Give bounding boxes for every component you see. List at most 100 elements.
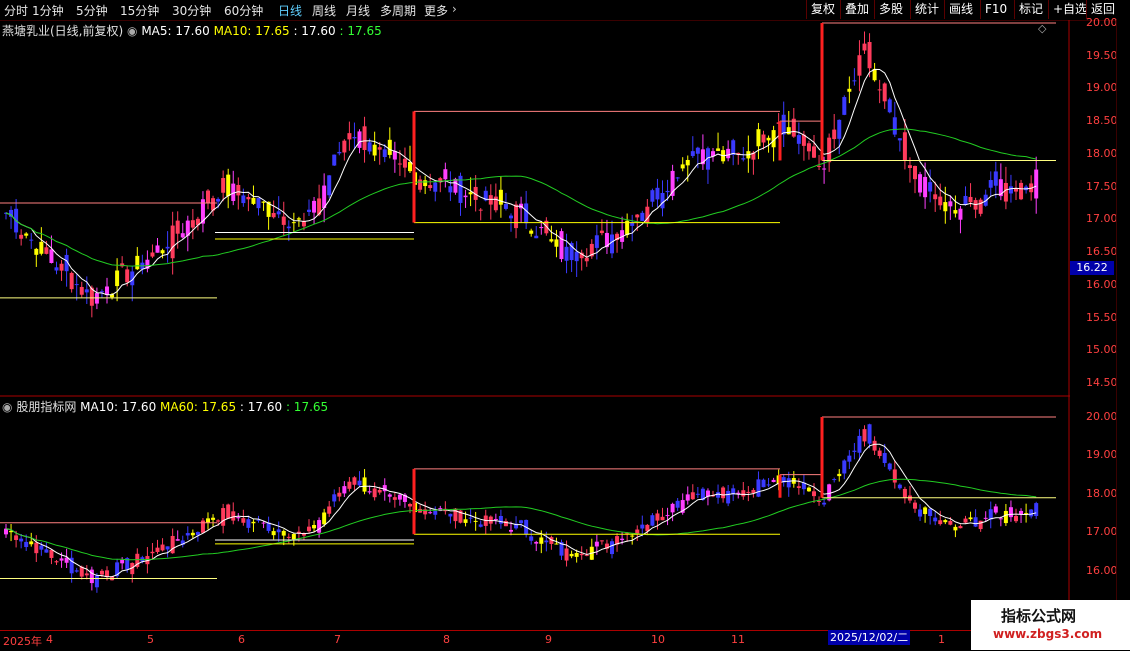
sub-candle <box>928 508 933 525</box>
main-candle <box>261 201 266 211</box>
sub-candle <box>640 515 645 537</box>
main-candle <box>438 176 443 193</box>
ma5-label: MA5: 17.60 <box>141 24 210 38</box>
diamond-icon[interactable]: ◇ <box>1038 22 1046 35</box>
main-candle <box>190 209 195 240</box>
main-candle <box>918 171 923 197</box>
draw-line-button[interactable]: 画线 <box>944 0 977 19</box>
tab-timeshare[interactable]: 分时 <box>4 2 28 19</box>
main-candle <box>599 219 604 236</box>
price-tick: 20.00 <box>1086 16 1118 29</box>
sub-candle <box>387 493 392 503</box>
main-candle <box>837 119 842 155</box>
main-candle <box>610 220 614 259</box>
price-tick: 14.50 <box>1086 376 1118 389</box>
main-candle <box>953 195 958 218</box>
main-candle <box>418 175 423 193</box>
sub-candle <box>367 485 372 495</box>
ma-short-line <box>5 68 1037 296</box>
sub-candle <box>49 549 54 565</box>
sub-candle <box>559 539 564 561</box>
top-toolbar: 分时 1分钟 5分钟 15分钟 30分钟 60分钟 日线 周线 月线 多周期 更… <box>0 0 1130 21</box>
settings-circle-icon[interactable]: ◉ <box>2 400 12 414</box>
main-candle <box>307 199 311 217</box>
main-candle <box>534 226 539 239</box>
main-candle <box>877 79 882 104</box>
main-candle <box>291 212 296 233</box>
sub-candle <box>660 507 665 521</box>
extra-label-2: : 17.65 <box>339 24 382 38</box>
main-candle <box>857 40 862 92</box>
indicator-name: 股朋指标网 <box>16 400 77 414</box>
stats-button[interactable]: 统计 <box>910 0 943 19</box>
main-candle <box>392 141 397 173</box>
main-candle <box>402 147 407 178</box>
main-candle <box>806 140 811 160</box>
sub-candle <box>271 527 276 540</box>
kline-chart[interactable] <box>0 20 1070 630</box>
settings-circle-icon[interactable]: ◉ <box>127 24 137 38</box>
chevron-right-icon[interactable]: › <box>452 2 457 16</box>
sub-candle <box>549 535 554 550</box>
main-candle <box>892 101 897 138</box>
sub-candle <box>327 500 332 517</box>
main-candle <box>69 271 74 293</box>
price-tick: 19.00 <box>1086 448 1118 462</box>
sub-candle <box>160 538 165 552</box>
add-watchlist-button[interactable]: +自选 <box>1048 0 1091 19</box>
multi-stock-button[interactable]: 多股 <box>874 0 907 19</box>
tab-60min[interactable]: 60分钟 <box>224 2 263 19</box>
tab-5min[interactable]: 5分钟 <box>76 2 108 19</box>
main-candle <box>498 176 503 218</box>
date-label: 4 <box>46 633 53 646</box>
price-tick: 16.00 <box>1086 563 1118 577</box>
main-candle <box>221 170 226 202</box>
tab-weekly[interactable]: 周线 <box>312 2 336 19</box>
main-candle <box>872 62 877 82</box>
tab-30min[interactable]: 30分钟 <box>172 2 211 19</box>
date-label: 11 <box>731 633 745 646</box>
main-candle <box>1014 180 1018 200</box>
price-tick: 20.00 <box>1086 410 1118 423</box>
main-candle <box>650 188 655 207</box>
tab-1min[interactable]: 1分钟 <box>32 2 64 19</box>
main-candle <box>226 168 231 209</box>
main-candle <box>423 175 428 195</box>
sub-candle <box>130 562 135 583</box>
sub-candle <box>726 484 731 507</box>
tab-more[interactable]: 更多 <box>424 2 448 19</box>
sub-candle <box>761 478 766 488</box>
tab-15min[interactable]: 15分钟 <box>120 2 159 19</box>
tab-multi-period[interactable]: 多周期 <box>380 2 416 19</box>
main-candle <box>1003 166 1008 210</box>
sub-ma-long-line <box>5 478 1037 561</box>
sub-candle <box>226 503 231 519</box>
overlay-button[interactable]: 叠加 <box>840 0 873 19</box>
date-label: 7 <box>334 633 341 646</box>
sub-candle <box>756 471 761 498</box>
main-candle <box>705 146 710 184</box>
main-candle <box>978 197 983 217</box>
fuquan-button[interactable]: 复权 <box>806 0 839 19</box>
sub-candle <box>1014 508 1018 523</box>
main-candle <box>377 142 382 165</box>
main-candle <box>428 173 433 191</box>
tab-monthly[interactable]: 月线 <box>346 2 370 19</box>
tab-daily[interactable]: 日线 <box>278 2 302 19</box>
sub-candle <box>493 513 498 525</box>
extra-label-1: : 17.60 <box>293 24 336 38</box>
sub-candle <box>337 486 342 502</box>
main-panel-title: 燕塘乳业(日线,前复权) ◉ MA5: 17.60 MA10: 17.65 : … <box>2 22 382 39</box>
sub-candle <box>1024 503 1029 523</box>
sub-candle <box>766 478 771 488</box>
sub-candle <box>352 476 357 491</box>
main-candle <box>34 247 39 267</box>
main-candle <box>786 110 791 135</box>
f10-button[interactable]: F10 <box>980 0 1011 19</box>
sub-candle <box>791 471 796 488</box>
sub-candle <box>938 510 943 526</box>
main-candle <box>64 248 69 287</box>
mark-button[interactable]: 标记 <box>1014 0 1047 19</box>
sub-candle <box>877 447 882 459</box>
main-candle <box>983 189 988 207</box>
